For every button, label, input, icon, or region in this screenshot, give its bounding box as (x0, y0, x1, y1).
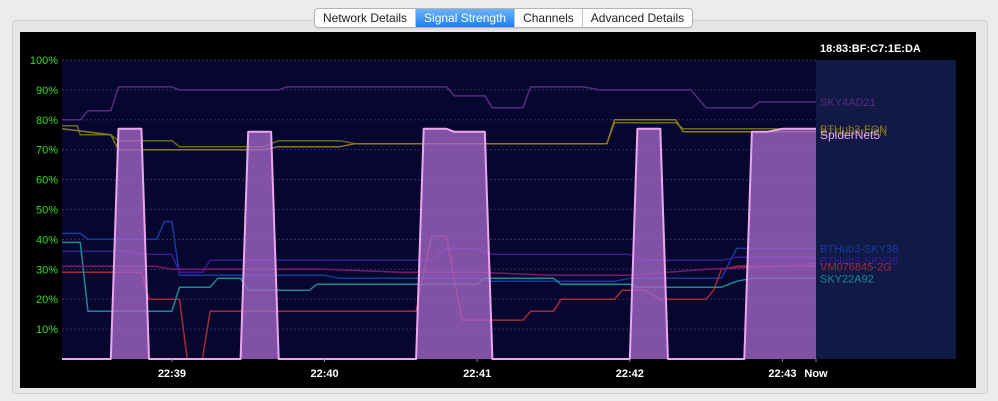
x-tick-label: 22:41 (463, 368, 491, 380)
x-tick-label: 22:40 (310, 368, 338, 380)
mac-address-header: 18:83:BF:C7:1E:DA (820, 43, 921, 55)
x-tick-label: 22:39 (158, 368, 186, 380)
y-tick-label: 60% (36, 175, 58, 187)
y-tick-label: 40% (36, 234, 58, 246)
series-label: VM076845-2G (820, 261, 892, 273)
y-tick-label: 20% (36, 294, 58, 306)
tab-bar: Network Details Signal Strength Channels… (314, 8, 694, 28)
y-tick-label: 90% (36, 85, 58, 97)
tab-signal-strength[interactable]: Signal Strength (415, 9, 515, 27)
series-label: BTHub3-SKY38 (820, 243, 898, 255)
x-tick-label: 22:42 (616, 368, 644, 380)
y-tick-label: 10% (36, 324, 58, 336)
series-label: SKY22A92 (820, 273, 874, 285)
series-label: SpiderNet5 (820, 128, 880, 142)
series-label: SKY4AD21 (820, 97, 876, 109)
tab-channels[interactable]: Channels (514, 9, 582, 27)
y-tick-label: 100% (30, 55, 58, 67)
chart-svg: 10% 20% 30% 40% 50% 60% 70% 80% 90% 100% 22:39 22:4… (20, 32, 976, 388)
x-tick-label: 22:43 (768, 368, 796, 380)
y-tick-label: 70% (36, 145, 58, 157)
tab-network-details[interactable]: Network Details (315, 9, 415, 27)
y-tick-label: 50% (36, 205, 58, 217)
tab-advanced-details[interactable]: Advanced Details (581, 9, 692, 27)
x-tick-label: Now (804, 368, 828, 380)
y-tick-label: 30% (36, 264, 58, 276)
signal-strength-chart: 10% 20% 30% 40% 50% 60% 70% 80% 90% 100% 22:39 22:4… (20, 32, 976, 388)
y-tick-label: 80% (36, 115, 58, 127)
